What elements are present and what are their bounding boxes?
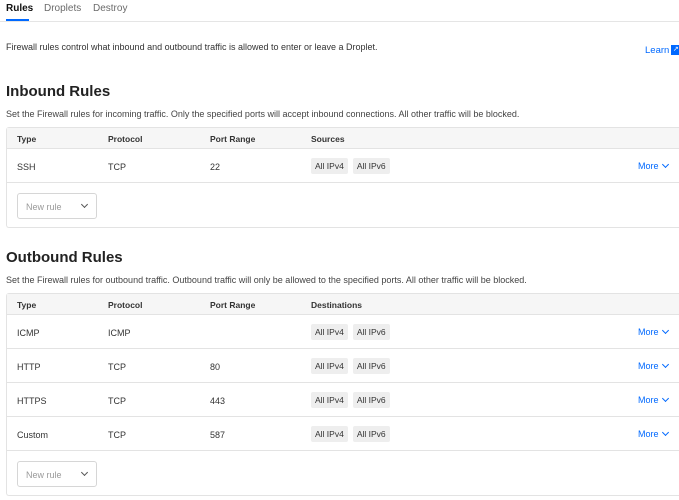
chevron-down-icon bbox=[80, 468, 89, 477]
header-type: Type bbox=[17, 300, 37, 310]
new-rule-select[interactable]: New rule bbox=[17, 193, 97, 219]
more-label: More bbox=[638, 327, 659, 337]
destination-pill-ipv4: All IPv4 bbox=[311, 324, 348, 340]
more-button[interactable]: More bbox=[638, 326, 669, 337]
rule-protocol: TCP bbox=[108, 162, 126, 172]
source-pill-ipv4: All IPv4 bbox=[311, 158, 348, 174]
chevron-down-icon bbox=[661, 160, 669, 169]
header-protocol: Protocol bbox=[108, 134, 143, 144]
more-label: More bbox=[638, 361, 659, 371]
table-row: Custom TCP 587 All IPv4 All IPv6 More bbox=[7, 417, 679, 451]
header-destinations: Destinations bbox=[311, 300, 363, 310]
rule-port-range: 22 bbox=[210, 162, 221, 172]
more-button[interactable]: More bbox=[638, 394, 669, 405]
table-row: HTTPS TCP 443 All IPv4 All IPv6 More bbox=[7, 383, 679, 417]
header-port-range: Port Range bbox=[210, 134, 256, 144]
source-pill-ipv6: All IPv6 bbox=[352, 158, 390, 174]
rule-protocol: TCP bbox=[108, 396, 126, 406]
rule-port-range: 80 bbox=[210, 362, 221, 372]
learn-link-label: Learn bbox=[645, 45, 670, 56]
intro-text: Firewall rules control what inbound and … bbox=[6, 42, 378, 52]
outbound-rules-table: Type Protocol Port Range Destinations IC… bbox=[6, 293, 679, 496]
inbound-title: Inbound Rules bbox=[6, 83, 111, 100]
table-header: Type Protocol Port Range Destinations bbox=[7, 294, 679, 315]
new-rule-placeholder: New rule bbox=[26, 470, 62, 480]
table-header: Type Protocol Port Range Sources bbox=[7, 128, 679, 149]
outbound-title: Outbound Rules bbox=[6, 249, 123, 266]
more-label: More bbox=[638, 395, 659, 405]
destination-pill-ipv4: All IPv4 bbox=[311, 392, 348, 408]
add-rule-area: New rule bbox=[7, 451, 679, 495]
rule-type: HTTP bbox=[17, 362, 41, 372]
header-type: Type bbox=[17, 134, 37, 144]
rule-protocol: ICMP bbox=[108, 328, 131, 338]
chevron-down-icon bbox=[661, 360, 669, 369]
table-row: ICMP ICMP All IPv4 All IPv6 More bbox=[7, 315, 679, 349]
tab-bar: Rules Droplets Destroy bbox=[0, 0, 679, 22]
destination-pill-ipv4: All IPv4 bbox=[311, 358, 348, 374]
destination-pill-ipv6: All IPv6 bbox=[352, 426, 390, 442]
chevron-down-icon bbox=[80, 200, 89, 209]
inbound-rules-table: Type Protocol Port Range Sources SSH TCP… bbox=[6, 127, 679, 228]
active-tab-indicator bbox=[6, 19, 29, 21]
tab-rules[interactable]: Rules bbox=[6, 3, 33, 14]
tab-destroy[interactable]: Destroy bbox=[93, 3, 127, 14]
outbound-description: Set the Firewall rules for outbound traf… bbox=[6, 275, 527, 285]
chevron-down-icon bbox=[661, 428, 669, 437]
rule-type: ICMP bbox=[17, 328, 40, 338]
header-port-range: Port Range bbox=[210, 300, 256, 310]
rule-port-range: 443 bbox=[210, 396, 226, 406]
header-sources: Sources bbox=[311, 134, 345, 144]
more-label: More bbox=[638, 161, 659, 171]
rule-protocol: TCP bbox=[108, 430, 126, 440]
new-rule-select[interactable]: New rule bbox=[17, 461, 97, 487]
add-rule-area: New rule bbox=[7, 183, 679, 227]
destination-pill-ipv4: All IPv4 bbox=[311, 426, 348, 442]
rule-port-range: 587 bbox=[210, 430, 226, 440]
chevron-down-icon bbox=[661, 326, 669, 335]
chevron-down-icon bbox=[661, 394, 669, 403]
inbound-description: Set the Firewall rules for incoming traf… bbox=[6, 109, 520, 119]
more-button[interactable]: More bbox=[638, 360, 669, 371]
table-row: HTTP TCP 80 All IPv4 All IPv6 More bbox=[7, 349, 679, 383]
destination-pill-ipv6: All IPv6 bbox=[352, 358, 390, 374]
new-rule-placeholder: New rule bbox=[26, 202, 62, 212]
tab-droplets[interactable]: Droplets bbox=[44, 3, 81, 14]
destination-pill-ipv6: All IPv6 bbox=[352, 392, 390, 408]
table-row: SSH TCP 22 All IPv4 All IPv6 More bbox=[7, 149, 679, 183]
rule-type: HTTPS bbox=[17, 396, 47, 406]
header-protocol: Protocol bbox=[108, 300, 143, 310]
rule-type: Custom bbox=[17, 430, 49, 440]
rule-protocol: TCP bbox=[108, 362, 126, 372]
rule-type: SSH bbox=[17, 162, 36, 172]
external-link-icon: ↗ bbox=[671, 45, 679, 56]
destination-pill-ipv6: All IPv6 bbox=[352, 324, 390, 340]
more-button[interactable]: More bbox=[638, 428, 669, 439]
more-label: More bbox=[638, 429, 659, 439]
more-button[interactable]: More bbox=[638, 160, 669, 171]
learn-link[interactable]: Learn ↗ bbox=[645, 45, 679, 56]
